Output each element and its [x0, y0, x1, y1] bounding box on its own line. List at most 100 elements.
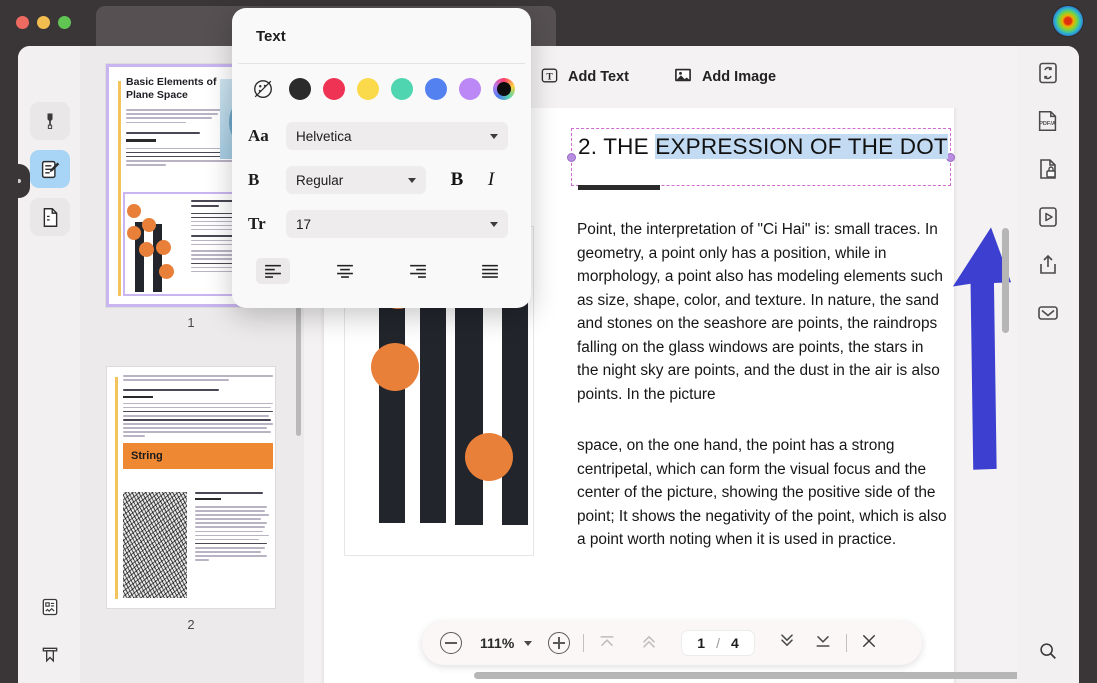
page-horizontal-scrollbar[interactable] [474, 672, 1017, 679]
align-justify-button[interactable] [473, 258, 507, 284]
convert-pdf-button[interactable] [1031, 58, 1065, 92]
thumbnail-page-1-number: 1 [106, 315, 276, 330]
close-window-button[interactable] [16, 16, 29, 29]
share-upload-icon [1036, 253, 1060, 282]
pdfa-button[interactable]: PDF/A [1031, 106, 1065, 140]
convert-document-icon [1036, 61, 1060, 90]
chevron-down-icon[interactable] [524, 641, 532, 646]
page-card-icon [40, 597, 60, 617]
heading-underline [578, 185, 660, 190]
close-toolbar-button[interactable] [860, 632, 878, 655]
current-page-value: 1 [697, 635, 705, 651]
color-purple[interactable] [459, 78, 481, 100]
color-blue[interactable] [425, 78, 447, 100]
image-icon [673, 65, 693, 89]
add-image-label: Add Image [702, 69, 776, 85]
font-family-select[interactable]: Helvetica [286, 122, 508, 150]
organize-pages-tool[interactable] [30, 198, 70, 236]
app-body: Basic Elements of Plane Space [18, 46, 1079, 683]
prev-page-button[interactable] [639, 631, 659, 656]
font-style-select[interactable]: Regular [286, 166, 426, 194]
sidebar-collapse-handle[interactable] [18, 164, 30, 198]
font-size-value: 17 [296, 217, 490, 232]
edit-text-tool[interactable] [30, 150, 70, 188]
bookmark-toggle[interactable] [30, 636, 70, 674]
alignment-row [232, 258, 531, 284]
app-logo [1053, 6, 1083, 36]
close-icon [860, 632, 878, 655]
search-button[interactable] [1031, 636, 1065, 670]
page-separator: / [716, 635, 720, 651]
font-style-row: B Regular B I [232, 166, 531, 194]
align-center-button[interactable] [328, 258, 362, 284]
body-paragraph-2[interactable]: space, on the one hand, the point has a … [577, 434, 947, 552]
page-navigation-toolbar: 111% 1 [422, 621, 922, 665]
page-number-field[interactable]: 1 / 4 [681, 630, 754, 656]
lock-document-icon [1036, 157, 1060, 186]
add-image-button[interactable]: Add Image [673, 65, 776, 89]
svg-text:T: T [546, 72, 553, 82]
app-window: permiss [0, 0, 1097, 683]
align-right-button[interactable] [401, 258, 435, 284]
pdfa-document-icon: PDF/A [1035, 108, 1061, 139]
minimize-window-button[interactable] [37, 16, 50, 29]
heading-prefix: 2. THE [578, 134, 655, 159]
email-button[interactable] [1031, 298, 1065, 332]
marker-tool[interactable] [30, 102, 70, 140]
heading-selected-text: EXPRESSION OF THE DOT [655, 134, 948, 159]
italic-button[interactable]: I [474, 169, 508, 191]
font-size-select[interactable]: 17 [286, 210, 508, 238]
present-document-button[interactable] [1031, 202, 1065, 236]
zoom-level: 111% [480, 635, 514, 651]
color-wheel-icon[interactable] [248, 78, 278, 100]
minus-circle-icon [440, 632, 462, 654]
font-size-row: Tr 17 [232, 210, 531, 238]
maximize-window-button[interactable] [58, 16, 71, 29]
align-left-button[interactable] [256, 258, 290, 284]
next-page-button[interactable] [777, 631, 797, 656]
zoom-in-button[interactable] [548, 632, 570, 654]
selected-text-box[interactable]: 2. THE EXPRESSION OF THE DOT [571, 128, 951, 186]
thumbnail-page-2-number: 2 [106, 617, 276, 632]
protect-document-button[interactable] [1031, 154, 1065, 188]
color-custom[interactable] [493, 78, 515, 100]
align-right-icon [409, 264, 427, 278]
add-text-button[interactable]: T Add Text [540, 66, 629, 89]
thumbnail-page-2[interactable]: String [106, 366, 276, 632]
font-style-label: B [248, 170, 286, 190]
zoom-out-button[interactable] [440, 632, 462, 654]
last-page-button[interactable] [813, 631, 833, 656]
edit-document-icon [40, 159, 61, 180]
chevron-down-icon [490, 222, 498, 227]
add-text-label: Add Text [568, 69, 629, 85]
text-format-popover: Text Aa Helvetica [232, 8, 531, 308]
body-paragraph-1[interactable]: Point, the interpretation of "Ci Hai" is… [577, 218, 947, 406]
window-controls [16, 16, 71, 29]
svg-text:PDF/A: PDF/A [1039, 121, 1056, 127]
popover-divider [238, 63, 525, 64]
font-size-label: Tr [248, 214, 286, 234]
toolbar-divider-2 [846, 634, 847, 652]
thumbnail-mesh-image [123, 492, 187, 598]
share-button[interactable] [1031, 250, 1065, 284]
plus-circle-icon [548, 632, 570, 654]
bookmark-icon [40, 645, 60, 665]
last-page-icon [813, 631, 833, 656]
toolbar-divider [583, 634, 584, 652]
thumbnail-page-2-preview: String [106, 366, 276, 609]
bold-button[interactable]: B [440, 169, 474, 191]
color-black[interactable] [289, 78, 311, 100]
color-red[interactable] [323, 78, 345, 100]
document-copy-icon [40, 207, 61, 228]
thumbnail-page-2-banner: String [123, 443, 273, 469]
color-yellow[interactable] [357, 78, 379, 100]
page-thumbnail-toggle[interactable] [30, 588, 70, 626]
first-page-button[interactable] [597, 631, 617, 656]
thumbnail-page-1-title: Basic Elements of Plane Space [126, 76, 222, 102]
color-teal[interactable] [391, 78, 413, 100]
prev-page-icon [639, 631, 659, 656]
align-left-icon [264, 264, 282, 278]
page-vertical-scrollbar[interactable] [1002, 228, 1009, 333]
font-family-label: Aa [248, 126, 286, 146]
resize-handle-left[interactable] [567, 153, 576, 162]
